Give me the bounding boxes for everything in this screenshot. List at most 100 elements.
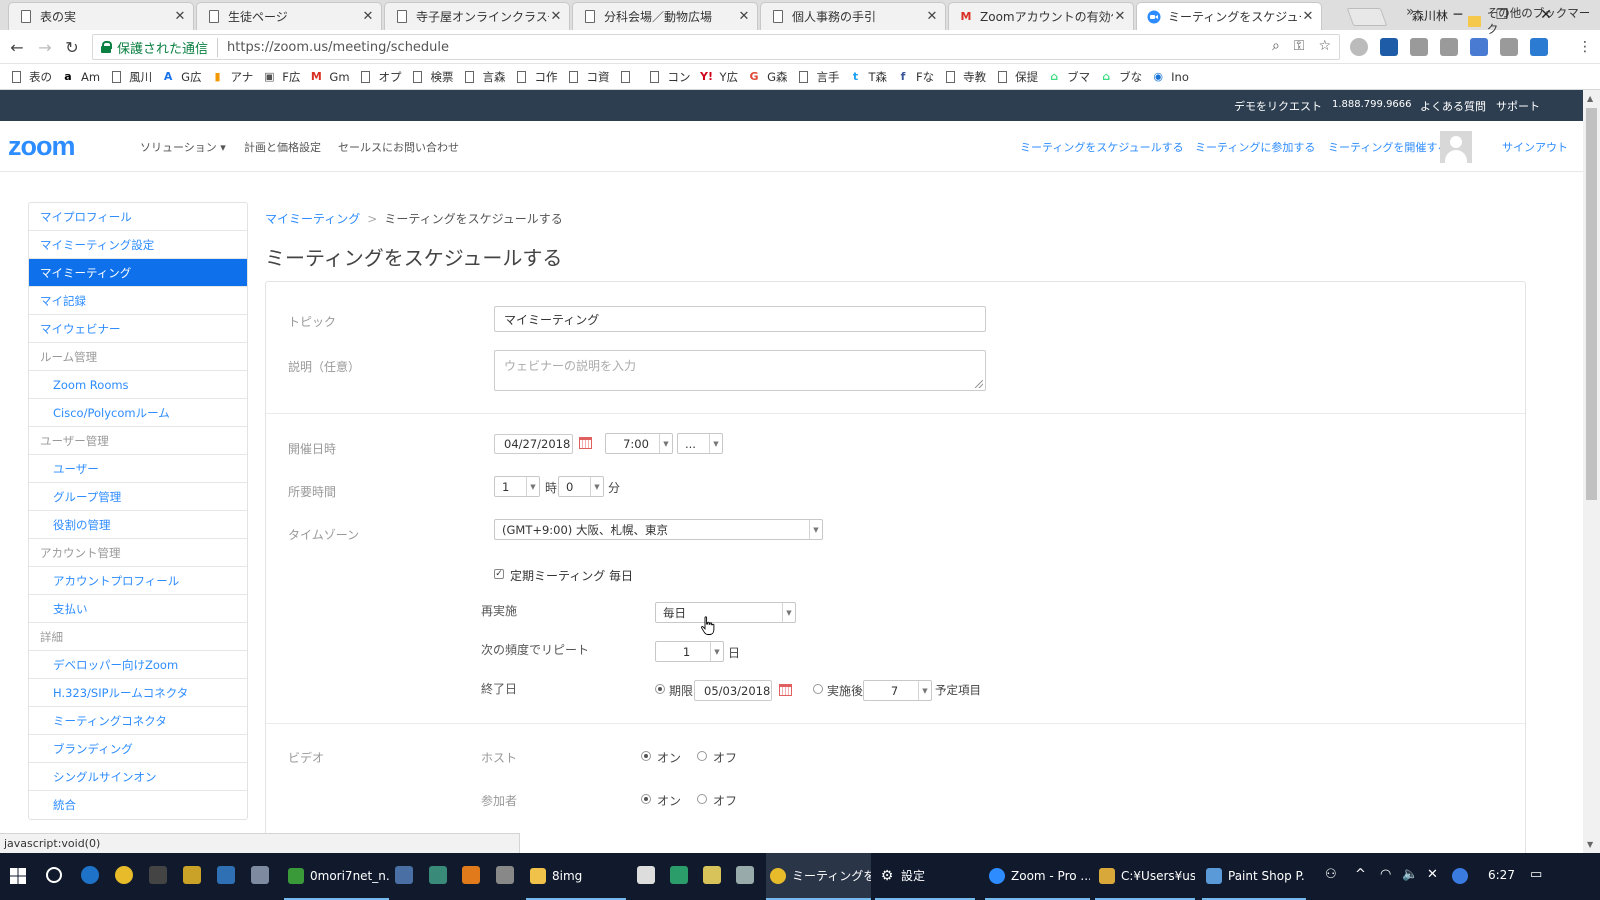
scroll-down-icon[interactable]: ▼ <box>1587 840 1593 849</box>
solutions-menu[interactable]: ソリューション ▾ <box>140 139 226 155</box>
description-textarea[interactable]: ウェビナーの説明を入力 <box>494 350 986 391</box>
app-icon[interactable] <box>149 866 167 884</box>
host-meeting-menu[interactable]: ミーティングを開催する ▾ <box>1328 139 1457 155</box>
browser-tab[interactable]: 寺子屋オンラインクラス一覧 ✕ <box>384 2 570 30</box>
close-icon[interactable]: ✕ <box>1113 9 1127 24</box>
bookmark-item[interactable]: 言森 <box>464 69 506 85</box>
edge-icon[interactable] <box>81 866 99 884</box>
taskbar-task[interactable]: Zoom - Pro ... <box>985 853 1090 900</box>
browser-tab-active[interactable]: ミーティングをスケジュールする ✕ <box>1136 2 1322 30</box>
clock[interactable]: 6:27 <box>1488 868 1515 882</box>
star-icon[interactable]: ☆ <box>1318 38 1331 54</box>
search-icon[interactable] <box>46 867 62 883</box>
app-icon[interactable] <box>251 866 269 884</box>
sidebar-item[interactable]: マイミーティング設定 <box>29 231 247 259</box>
app-icon[interactable] <box>183 866 201 884</box>
bookmark-extension-icon[interactable] <box>1380 38 1398 56</box>
url-text[interactable]: https://zoom.us/meeting/schedule <box>227 40 449 55</box>
key-icon[interactable]: ⚿ <box>1294 38 1305 54</box>
bookmark-item[interactable]: コ資 <box>568 69 610 85</box>
bookmark-item[interactable]: ◉ Ino <box>1152 70 1189 84</box>
duration-minutes-select[interactable]: 0 ▼ <box>558 476 604 497</box>
sidebar-item[interactable]: 支払い <box>29 595 247 623</box>
recurring-checkbox[interactable]: ✓ <box>494 569 504 579</box>
bookmarks-more[interactable]: » <box>1406 4 1415 20</box>
browser-tab[interactable]: M Zoomアカウントの有効化 - ✕ <box>948 2 1134 30</box>
sidebar-item[interactable]: ブランディング <box>29 735 247 763</box>
bookmark-item[interactable]: オプ <box>360 69 402 85</box>
new-extension-icon[interactable] <box>1530 38 1548 56</box>
wifi-icon[interactable]: ◠ <box>1380 867 1391 882</box>
taskbar-task[interactable]: 8img <box>526 853 626 900</box>
bookmark-item[interactable]: M Gm <box>310 70 350 84</box>
date-input[interactable]: 04/27/2018 <box>494 434 573 454</box>
sidebar-item[interactable]: マイウェビナー <box>29 315 247 343</box>
close-icon[interactable]: ✕ <box>737 9 751 24</box>
new-tab-button[interactable] <box>1346 8 1388 26</box>
sidebar-item[interactable]: Cisco/Polycomルーム <box>29 399 247 427</box>
ampm-select[interactable]: ... ▼ <box>677 433 723 454</box>
app-icon[interactable] <box>736 866 754 884</box>
support-link[interactable]: サポート <box>1496 98 1540 114</box>
close-icon[interactable]: ✕ <box>925 9 939 24</box>
recurrence-select[interactable]: 毎日 ▼ <box>655 602 796 623</box>
phone-number[interactable]: 1.888.799.9666 <box>1332 99 1412 110</box>
repeat-every-select[interactable]: 1 ▼ <box>655 641 724 662</box>
browser-tab[interactable]: 表の実 ✕ <box>8 2 194 30</box>
bookmark-item[interactable]: ▣ F広 <box>263 69 300 85</box>
participants-video-on-radio[interactable] <box>641 794 651 804</box>
topic-input[interactable]: マイミーティング <box>494 306 986 332</box>
extension-icon[interactable] <box>1470 38 1488 56</box>
volume-icon[interactable]: 🔈 <box>1402 867 1418 882</box>
app-icon[interactable] <box>703 866 721 884</box>
sidebar-item[interactable]: Zoom Rooms <box>29 371 247 399</box>
bookmark-item[interactable]: ▮ アナ <box>212 69 253 85</box>
app-icon[interactable] <box>429 866 447 884</box>
end-after-select[interactable]: 7 ▼ <box>863 680 932 701</box>
join-meeting-link[interactable]: ミーティングに参加する <box>1195 139 1315 155</box>
taskbar-task[interactable]: 0mori7net_n... <box>284 853 389 900</box>
zoom-logo[interactable]: zoom <box>8 131 75 162</box>
bookmark-item[interactable]: G G森 <box>748 69 788 85</box>
bookmark-item[interactable]: Y! Y広 <box>700 69 738 85</box>
bookmark-item[interactable]: ⌂ ブマ <box>1048 69 1090 85</box>
taskbar-task-active[interactable]: ミーティングをス... <box>766 853 871 900</box>
sidebar-item[interactable]: グループ管理 <box>29 483 247 511</box>
sidebar-item[interactable]: アカウントプロフィール <box>29 567 247 595</box>
end-by-radio[interactable] <box>655 684 665 694</box>
bookmark-item[interactable]: 表の <box>10 69 52 85</box>
app-icon[interactable] <box>462 866 480 884</box>
app-icon[interactable] <box>395 866 413 884</box>
page-scrollbar[interactable]: ▲ ▼ <box>1583 90 1600 853</box>
people-icon[interactable]: ⚇ <box>1325 867 1337 882</box>
chevron-up-icon[interactable]: ^ <box>1355 867 1366 882</box>
onedrive-icon[interactable] <box>1452 868 1468 884</box>
app-icon[interactable] <box>496 866 514 884</box>
taskbar-task[interactable]: C:¥Users¥us... <box>1095 853 1195 900</box>
browser-tab[interactable]: 個人事務の手引 ✕ <box>760 2 946 30</box>
menu-icon[interactable]: ⋮ <box>1574 36 1596 58</box>
participants-video-off-radio[interactable] <box>697 794 707 804</box>
extension-icon[interactable] <box>1440 38 1458 56</box>
bookmark-item[interactable]: f Fな <box>897 69 935 85</box>
reload-icon[interactable]: ↻ <box>61 36 83 58</box>
bookmark-item[interactable]: t T森 <box>849 69 887 85</box>
sidebar-item[interactable]: ユーザー <box>29 455 247 483</box>
end-after-radio[interactable] <box>813 684 823 694</box>
address-bar[interactable]: 保護された通信 https://zoom.us/meeting/schedule… <box>92 34 1340 60</box>
duration-hours-select[interactable]: 1 ▼ <box>494 476 540 497</box>
schedule-meeting-link[interactable]: ミーティングをスケジュールする <box>1020 139 1184 155</box>
taskbar-task[interactable]: Paint Shop P... <box>1202 853 1306 900</box>
bookmark-item[interactable]: コ作 <box>516 69 558 85</box>
app-icon[interactable] <box>217 866 235 884</box>
browser-tab[interactable]: 分科会場／動物広場 ✕ <box>572 2 758 30</box>
mail-icon[interactable] <box>637 866 655 884</box>
network-off-icon[interactable]: ✕ <box>1427 867 1438 882</box>
forward-icon[interactable]: → <box>34 36 56 58</box>
notification-icon[interactable]: ▭ <box>1530 867 1542 882</box>
sidebar-item[interactable]: マイ記録 <box>29 287 247 315</box>
calendar-icon[interactable] <box>779 684 792 696</box>
sidebar-item[interactable]: 役割の管理 <box>29 511 247 539</box>
close-icon[interactable]: ✕ <box>173 9 187 24</box>
faq-link[interactable]: よくある質問 <box>1420 98 1486 114</box>
